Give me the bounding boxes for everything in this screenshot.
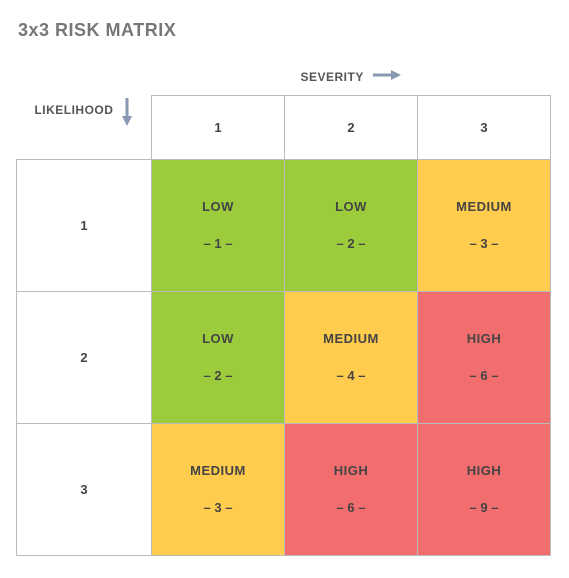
cell-rating: HIGH: [285, 463, 417, 478]
likelihood-header-3: 3: [17, 423, 152, 555]
severity-axis-label: SEVERITY: [152, 59, 551, 95]
severity-header-1: 1: [152, 95, 285, 159]
likelihood-axis-label: LIKELIHOOD: [17, 95, 152, 159]
severity-header-3: 3: [418, 95, 551, 159]
cell-3-3: HIGH – 9 –: [418, 423, 551, 555]
cell-2-3: HIGH – 6 –: [418, 291, 551, 423]
arrow-right-icon: [373, 69, 401, 84]
likelihood-header-1: 1: [17, 159, 152, 291]
cell-1-3: MEDIUM – 3 –: [418, 159, 551, 291]
cell-rating: HIGH: [418, 331, 550, 346]
cell-score: – 9 –: [418, 500, 550, 515]
severity-label-text: SEVERITY: [301, 70, 364, 84]
cell-1-1: LOW – 1 –: [152, 159, 285, 291]
cell-rating: MEDIUM: [285, 331, 417, 346]
cell-score: – 6 –: [418, 368, 550, 383]
cell-score: – 4 –: [285, 368, 417, 383]
cell-3-2: HIGH – 6 –: [285, 423, 418, 555]
cell-score: – 6 –: [285, 500, 417, 515]
cell-score: – 3 –: [418, 236, 550, 251]
severity-header-2: 2: [285, 95, 418, 159]
risk-matrix: SEVERITY LIKELIHOOD 1 2 3 1 LOW – 1 – LO…: [16, 59, 551, 556]
likelihood-label-text: LIKELIHOOD: [34, 103, 113, 117]
cell-2-1: LOW – 2 –: [152, 291, 285, 423]
cell-rating: HIGH: [418, 463, 550, 478]
cell-rating: LOW: [152, 199, 284, 214]
cell-score: – 1 –: [152, 236, 284, 251]
arrow-down-icon: [121, 98, 133, 129]
cell-score: – 2 –: [285, 236, 417, 251]
cell-rating: MEDIUM: [152, 463, 284, 478]
cell-score: – 2 –: [152, 368, 284, 383]
cell-rating: LOW: [285, 199, 417, 214]
cell-3-1: MEDIUM – 3 –: [152, 423, 285, 555]
cell-score: – 3 –: [152, 500, 284, 515]
cell-1-2: LOW – 2 –: [285, 159, 418, 291]
cell-rating: LOW: [152, 331, 284, 346]
cell-2-2: MEDIUM – 4 –: [285, 291, 418, 423]
corner-blank: [17, 59, 152, 95]
cell-rating: MEDIUM: [418, 199, 550, 214]
likelihood-header-2: 2: [17, 291, 152, 423]
page-title: 3x3 RISK MATRIX: [18, 20, 553, 41]
